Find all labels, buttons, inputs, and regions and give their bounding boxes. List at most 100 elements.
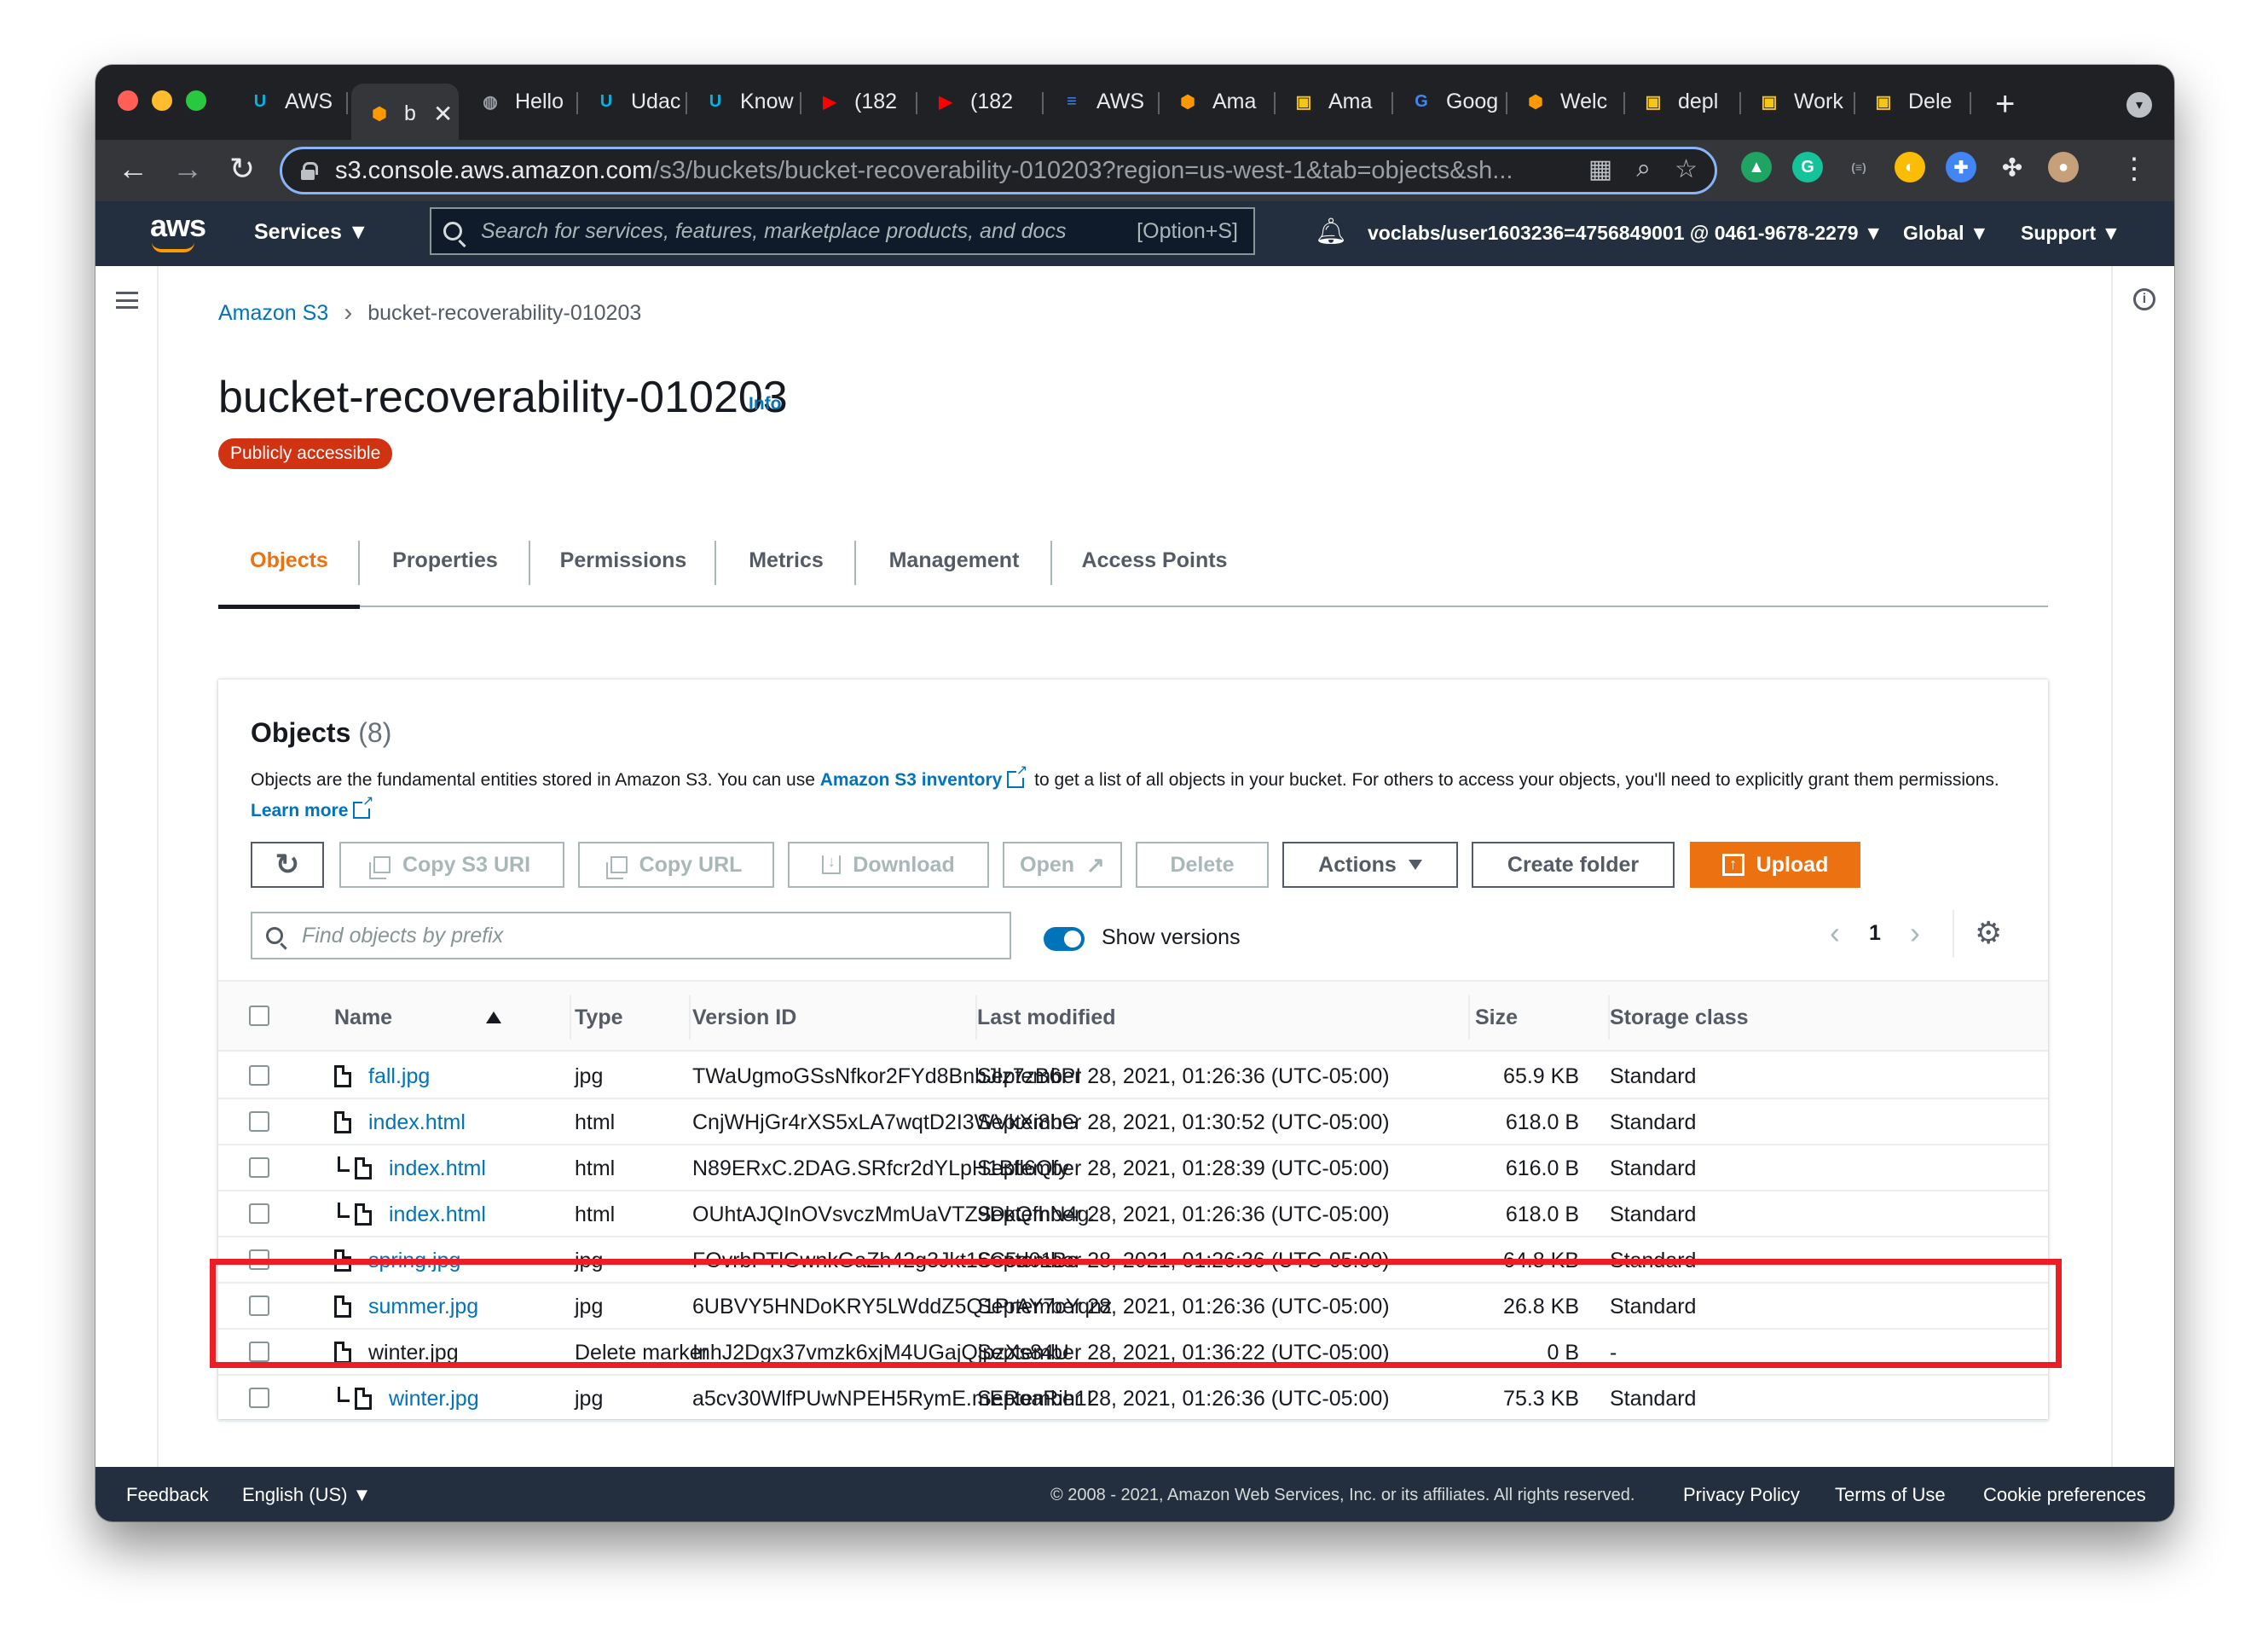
tab-management[interactable]: Management (856, 513, 1052, 607)
hamburger-menu-icon[interactable] (116, 292, 138, 309)
bookmark-star-icon[interactable]: ☆ (1675, 154, 1698, 184)
object-name[interactable]: index.html (389, 1203, 486, 1227)
gear-icon[interactable]: ⚙ (1975, 915, 2002, 951)
browser-tab[interactable]: ▣ Work (1741, 77, 1855, 126)
feedback-link[interactable]: Feedback (126, 1484, 209, 1506)
select-all-checkbox[interactable] (249, 1006, 269, 1026)
chrome-extension-icon[interactable]: ◐ (1895, 152, 1925, 183)
reload-icon[interactable]: ↻ (223, 150, 261, 188)
find-objects-input[interactable]: Find objects by prefix (251, 912, 1011, 959)
copy-url-button[interactable]: Copy URL (578, 842, 774, 888)
download-button[interactable]: ↓ Download (788, 842, 989, 888)
tab-permissions[interactable]: Permissions (530, 513, 716, 607)
browser-tab[interactable]: ▶ (182 (801, 77, 917, 126)
object-name[interactable]: fall.jpg (368, 1064, 430, 1089)
privacy-policy-link[interactable]: Privacy Policy (1683, 1484, 1800, 1506)
extension-icon[interactable]: (≡) (1843, 152, 1874, 183)
row-checkbox[interactable] (249, 1065, 269, 1086)
breadcrumb-amazon-s3[interactable]: Amazon S3 (218, 301, 328, 326)
browser-tab[interactable]: ▶ (182 (917, 77, 1044, 126)
close-tab-icon[interactable]: ✕ (433, 100, 453, 128)
upload-button[interactable]: ↑ Upload (1690, 842, 1860, 888)
minimize-window-button[interactable] (152, 90, 172, 111)
copy-s3-uri-button[interactable]: Copy S3 URI (339, 842, 564, 888)
next-page-icon[interactable]: › (1910, 915, 1920, 951)
forward-icon[interactable]: → (169, 150, 206, 188)
browser-tab[interactable]: U AWS (232, 77, 348, 126)
column-name[interactable]: Name (334, 982, 571, 1053)
qr-code-icon[interactable]: ▦ (1588, 154, 1612, 184)
column-storage-class[interactable]: Storage class (1610, 982, 1763, 1053)
column-last-modified[interactable]: Last modified (977, 982, 1470, 1053)
browser-tab[interactable]: U Udac (578, 77, 687, 126)
s3-inventory-link[interactable]: Amazon S3 inventory (820, 770, 1003, 790)
tab-access-points[interactable]: Access Points (1052, 513, 1257, 607)
support-menu[interactable]: Support ▼ (2021, 222, 2120, 245)
tab-objects[interactable]: Objects (218, 513, 360, 609)
column-size[interactable]: Size (1475, 982, 1610, 1053)
page-number[interactable]: 1 (1869, 921, 1881, 946)
chevron-right-icon: › (344, 298, 353, 327)
learn-more-link[interactable]: Learn more (251, 801, 348, 820)
previous-page-icon[interactable]: ‹ (1830, 915, 1840, 951)
close-window-button[interactable] (118, 90, 138, 111)
browser-tab[interactable]: ⬢ b ✕ (351, 84, 459, 143)
create-folder-button[interactable]: Create folder (1472, 842, 1675, 888)
browser-tab[interactable]: U Know (687, 77, 801, 126)
notifications-bell-icon[interactable]: 🔔︎ (1315, 217, 1347, 246)
object-name[interactable]: index.html (368, 1110, 466, 1135)
browser-tab[interactable]: ▣ Dele (1855, 77, 1971, 126)
row-checkbox[interactable] (249, 1111, 269, 1132)
info-circle-icon[interactable]: i (2133, 288, 2155, 310)
row-checkbox[interactable] (249, 1157, 269, 1178)
object-name[interactable]: winter.jpg (389, 1387, 479, 1411)
refresh-button[interactable]: ↻ (251, 842, 324, 888)
new-tab-button[interactable]: + (1995, 85, 2015, 124)
browser-tab[interactable]: ⬢ Ama (1160, 77, 1276, 126)
browser-tab[interactable]: ≡ AWS (1044, 77, 1160, 126)
aws-search-input[interactable]: Search for services, features, marketpla… (430, 207, 1255, 255)
open-button[interactable]: Open ↗ (1003, 842, 1122, 888)
column-version-id[interactable]: Version ID (692, 982, 977, 1053)
object-name[interactable]: index.html (389, 1156, 486, 1181)
browser-tab[interactable]: ⬢ Welc (1507, 77, 1625, 126)
vpn-icon[interactable]: ✚ (1946, 152, 1976, 183)
google-drive-icon[interactable]: ▲ (1741, 152, 1772, 183)
tab-search-icon[interactable]: ▾ (2126, 92, 2152, 118)
info-link[interactable]: Info (749, 394, 781, 414)
cookie-preferences-link[interactable]: Cookie preferences (1983, 1484, 2146, 1506)
right-help-rail: i (2111, 266, 2174, 1467)
type-cell: jpg (575, 1386, 604, 1411)
tab-metrics[interactable]: Metrics (716, 513, 856, 607)
highlight-box (210, 1259, 2062, 1368)
terms-of-use-link[interactable]: Terms of Use (1835, 1484, 1946, 1506)
browser-tab[interactable]: ▣ depl (1625, 77, 1741, 126)
objects-title: Objects (8) (251, 717, 392, 748)
account-menu[interactable]: voclabs/user1603236=4756849001 @ 0461-96… (1368, 222, 1883, 245)
type-cell: html (575, 1110, 616, 1134)
zoom-icon[interactable]: ⌕ (1636, 154, 1651, 184)
show-versions-toggle[interactable] (1044, 927, 1085, 951)
maximize-window-button[interactable] (186, 90, 206, 111)
back-icon[interactable]: ← (114, 150, 152, 188)
profile-avatar[interactable]: ● (2048, 152, 2079, 183)
row-checkbox[interactable] (249, 1388, 269, 1408)
chrome-menu-icon[interactable]: ⋮ (2120, 152, 2149, 186)
browser-tab[interactable]: ◍ Hello (462, 77, 578, 126)
address-bar[interactable]: s3.console.aws.amazon.com/s3/buckets/buc… (280, 147, 1717, 194)
storage-class-cell: Standard (1610, 1386, 1697, 1411)
row-checkbox[interactable] (249, 1203, 269, 1224)
column-type[interactable]: Type (575, 982, 691, 1053)
delete-button[interactable]: Delete (1136, 842, 1269, 888)
region-menu[interactable]: Global ▼ (1903, 222, 1989, 245)
browser-tab[interactable]: G Goog (1393, 77, 1507, 126)
language-selector[interactable]: English (US) ▼ (242, 1484, 371, 1506)
puzzle-extensions-icon[interactable]: ✣ (1997, 152, 2028, 183)
type-cell: html (575, 1156, 616, 1180)
tab-properties[interactable]: Properties (360, 513, 530, 607)
services-menu[interactable]: Services ▼ (254, 220, 369, 245)
aws-logo[interactable]: aws (150, 208, 206, 252)
browser-tab[interactable]: ▣ Ama (1276, 77, 1393, 126)
grammarly-icon[interactable]: G (1792, 152, 1823, 183)
actions-dropdown[interactable]: Actions (1282, 842, 1458, 888)
